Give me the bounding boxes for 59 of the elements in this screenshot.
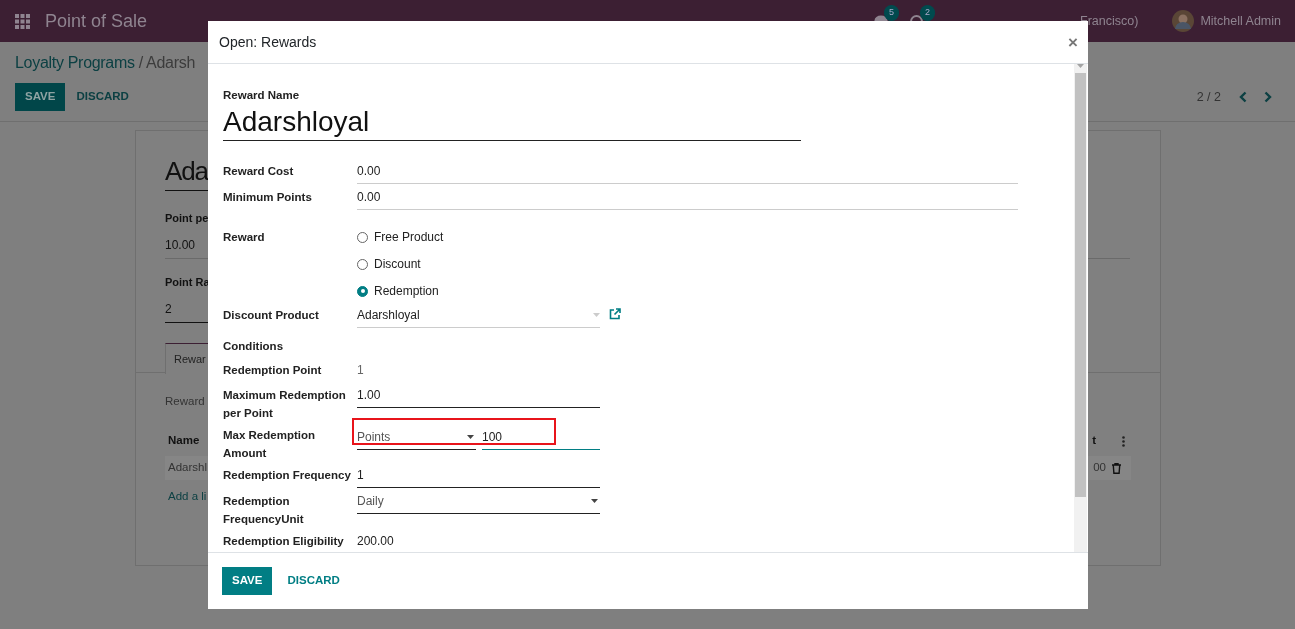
field-label: Reward Cost: [223, 164, 295, 180]
input-field[interactable]: 200.00: [357, 532, 600, 552]
radio-button[interactable]: [357, 231, 368, 243]
dropdown-field[interactable]: Adarshloyal: [357, 306, 600, 329]
field-label: Reward Name: [223, 88, 301, 103]
discard-button[interactable]: DISCARD: [272, 567, 355, 595]
message-count: 5: [884, 5, 900, 21]
field-label: Minimum Points: [223, 190, 313, 206]
input-field[interactable]: 100: [482, 428, 600, 451]
field-label: Discount Product: [223, 308, 320, 324]
name-field[interactable]: Adarshloyal: [223, 106, 801, 142]
table-cell-text: Adarshl: [168, 460, 207, 476]
radio-button[interactable]: [357, 285, 368, 297]
field-label: Redemption Eligibility: [223, 534, 345, 550]
field-value: 2: [165, 302, 172, 316]
caret-icon: [1077, 64, 1084, 68]
radio-label[interactable]: Discount: [374, 255, 421, 274]
radio-label[interactable]: Redemption: [374, 282, 439, 301]
column-header[interactable]: t: [1092, 432, 1096, 450]
breadcrumb-current: / Adarsh: [138, 53, 195, 73]
table-cell-text: 00: [1093, 460, 1106, 476]
radio-button[interactable]: [357, 258, 368, 270]
avatar-icon[interactable]: [1172, 10, 1195, 32]
activity-count: 2: [920, 5, 936, 21]
scrollbar[interactable]: [1074, 64, 1087, 552]
field-label: Max Redemption Amount: [223, 428, 316, 462]
user-name[interactable]: Mitchell Admin: [1200, 11, 1281, 31]
field-label: Redemption Frequency: [223, 468, 352, 484]
more-options-icon[interactable]: [1122, 435, 1125, 447]
section-label: Reward: [165, 395, 205, 407]
caret-icon: [591, 499, 598, 504]
save-button[interactable]: SAVE: [222, 567, 273, 595]
dialog-title: Open: Rewards: [219, 32, 317, 52]
field-label: Reward: [223, 230, 266, 246]
input-field[interactable]: 0.00: [357, 162, 1018, 185]
field-label: Redemption FrequencyUnit: [223, 494, 305, 528]
input-field[interactable]: 1: [357, 466, 600, 489]
input-field[interactable]: 0.00: [357, 188, 1018, 211]
close-button[interactable]: ×: [1068, 33, 1078, 51]
apps-menu-icon[interactable]: [15, 13, 30, 29]
caret-icon: [593, 313, 600, 318]
radio-label[interactable]: Free Product: [374, 228, 444, 247]
previous-icon[interactable]: [1239, 91, 1247, 103]
trash-icon[interactable]: [1112, 462, 1121, 474]
field-label: Maximum Redemption per Point: [223, 388, 347, 422]
caret-icon: [467, 435, 474, 440]
dropdown-field[interactable]: Points: [357, 428, 476, 451]
app-name[interactable]: Point of Sale: [45, 7, 148, 35]
field-label: Point pe: [165, 211, 209, 226]
input-field[interactable]: 1.00: [357, 386, 600, 409]
record-title: Ada: [165, 156, 208, 186]
field-value: 10.00: [165, 238, 196, 252]
dropdown-field[interactable]: Daily: [357, 492, 600, 515]
column-header[interactable]: Name: [168, 432, 200, 450]
next-icon[interactable]: [1264, 91, 1272, 103]
field-value: 1: [357, 362, 364, 380]
pager-counter: 2 / 2: [1196, 88, 1221, 106]
external-link-icon[interactable]: [609, 308, 621, 321]
save-button[interactable]: SAVE: [15, 83, 66, 111]
